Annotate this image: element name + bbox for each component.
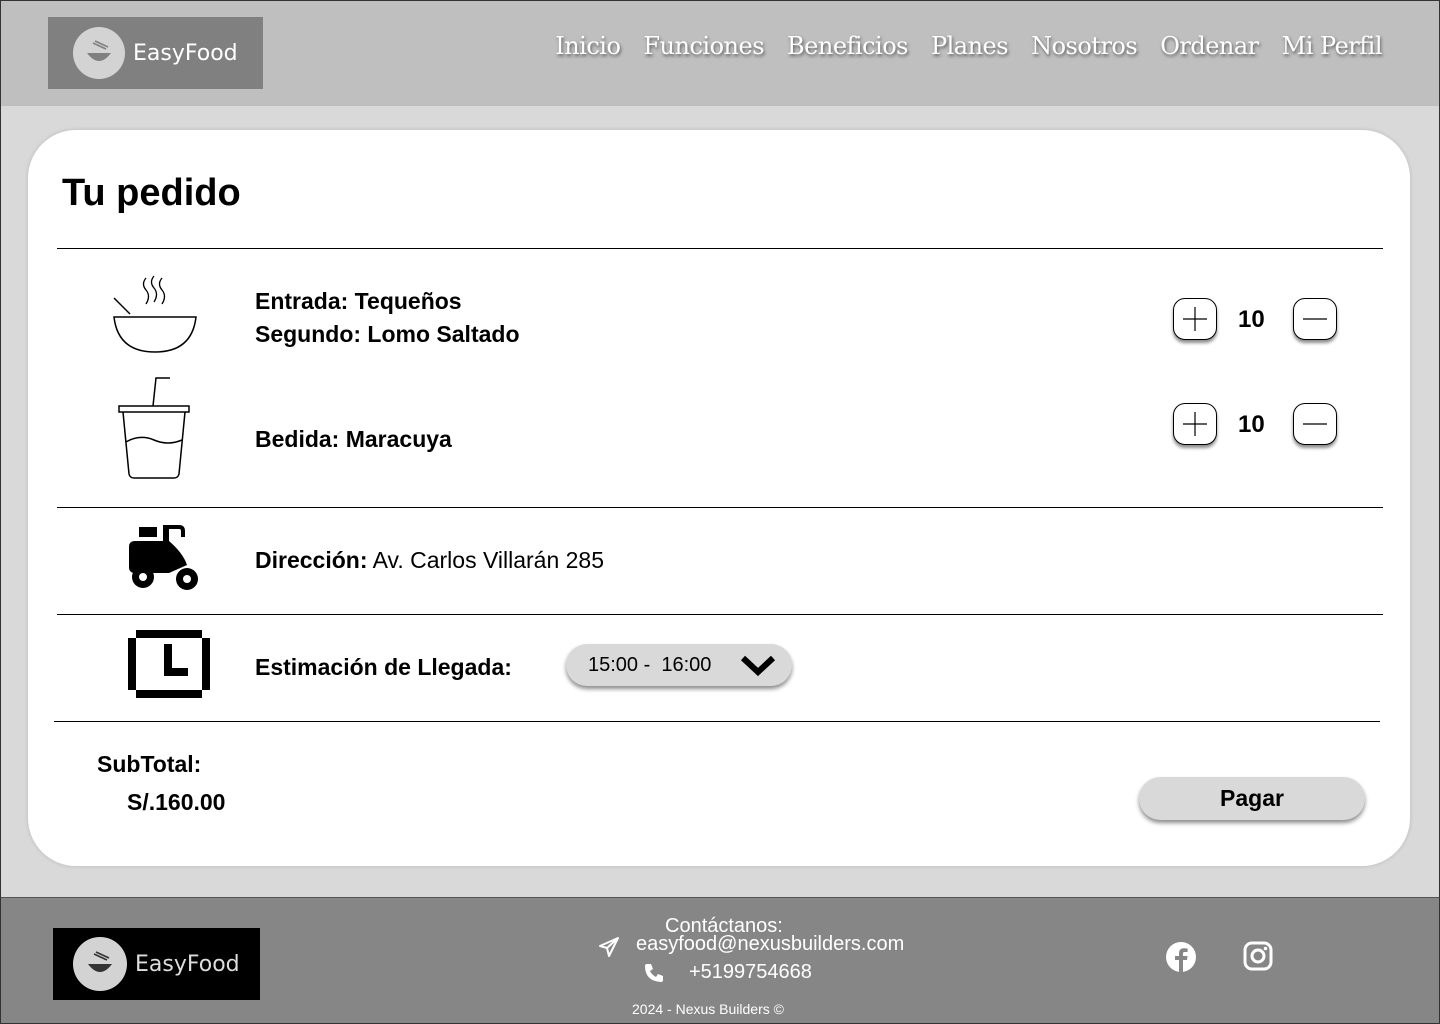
- address-row: Dirección: Av. Carlos Villarán 285: [255, 547, 604, 574]
- send-icon: [599, 937, 619, 957]
- nav-ordenar[interactable]: Ordenar: [1160, 32, 1259, 60]
- chevron-down-icon: [740, 655, 776, 677]
- nav-nosotros[interactable]: Nosotros: [1031, 32, 1138, 60]
- header-logo[interactable]: EasyFood: [48, 17, 263, 89]
- item-2-quantity: 10: [1238, 411, 1265, 438]
- eta-selected-value: 15:00 - 16:00: [588, 653, 712, 676]
- scooter-icon: [129, 523, 199, 597]
- divider: [54, 721, 1380, 722]
- page-title: Tu pedido: [62, 172, 241, 214]
- bowl-logo-icon: [73, 937, 127, 991]
- nav-funciones[interactable]: Funciones: [643, 32, 764, 60]
- address-label: Dirección:: [255, 547, 368, 573]
- item-1-line-1: Entrada: Tequeños: [255, 288, 462, 314]
- order-card: Tu pedido Entrada: Tequeños Segundo: Lom…: [28, 130, 1410, 866]
- drink-cup-icon: [116, 376, 192, 484]
- nav-inicio[interactable]: Inicio: [555, 32, 621, 60]
- increase-qty-button[interactable]: [1173, 403, 1217, 445]
- subtotal-label: SubTotal:: [97, 751, 202, 777]
- footer-logo[interactable]: EasyFood: [53, 928, 260, 1000]
- facebook-icon[interactable]: [1165, 941, 1197, 973]
- bowl-logo-icon: [73, 27, 125, 79]
- address-value: Av. Carlos Villarán 285: [372, 547, 605, 573]
- soup-bowl-icon: [110, 274, 200, 360]
- increase-qty-button[interactable]: [1173, 298, 1217, 340]
- contact-phone[interactable]: +5199754668: [689, 961, 812, 984]
- decrease-qty-button[interactable]: [1293, 298, 1337, 340]
- main-nav: Inicio Funciones Beneficios Planes Nosot…: [555, 32, 1382, 60]
- clock-icon: [128, 630, 210, 702]
- copyright: 2024 - Nexus Builders ©: [632, 1001, 784, 1017]
- eta-label: Estimación de Llegada:: [255, 654, 512, 680]
- item-1-line-2: Segundo: Lomo Saltado: [255, 321, 520, 347]
- phone-icon: [645, 964, 663, 982]
- brand-name: EasyFood: [133, 40, 238, 66]
- eta-time-select[interactable]: 15:00 - 16:00: [566, 644, 792, 686]
- top-navbar: EasyFood Inicio Funciones Beneficios Pla…: [0, 0, 1440, 106]
- divider: [57, 614, 1383, 615]
- divider: [57, 507, 1383, 508]
- brand-name: EasyFood: [135, 951, 240, 977]
- item-1-quantity: 10: [1238, 306, 1265, 333]
- pay-button[interactable]: Pagar: [1139, 777, 1365, 820]
- minus-icon: [1303, 318, 1327, 320]
- divider: [57, 248, 1383, 249]
- instagram-icon[interactable]: [1243, 941, 1273, 971]
- decrease-qty-button[interactable]: [1293, 403, 1337, 445]
- contact-email[interactable]: easyfood@nexusbuilders.com: [636, 933, 904, 956]
- plus-icon: [1183, 412, 1207, 436]
- nav-mi-perfil[interactable]: Mi Perfil: [1282, 32, 1383, 60]
- item-2-line-1: Bedida: Maracuya: [255, 426, 452, 452]
- minus-icon: [1303, 423, 1327, 425]
- nav-beneficios[interactable]: Beneficios: [787, 32, 908, 60]
- plus-icon: [1183, 307, 1207, 331]
- footer: EasyFood Contáctanos: easyfood@nexusbuil…: [0, 897, 1440, 1024]
- nav-planes[interactable]: Planes: [931, 32, 1009, 60]
- subtotal-value: S/.160.00: [127, 789, 226, 815]
